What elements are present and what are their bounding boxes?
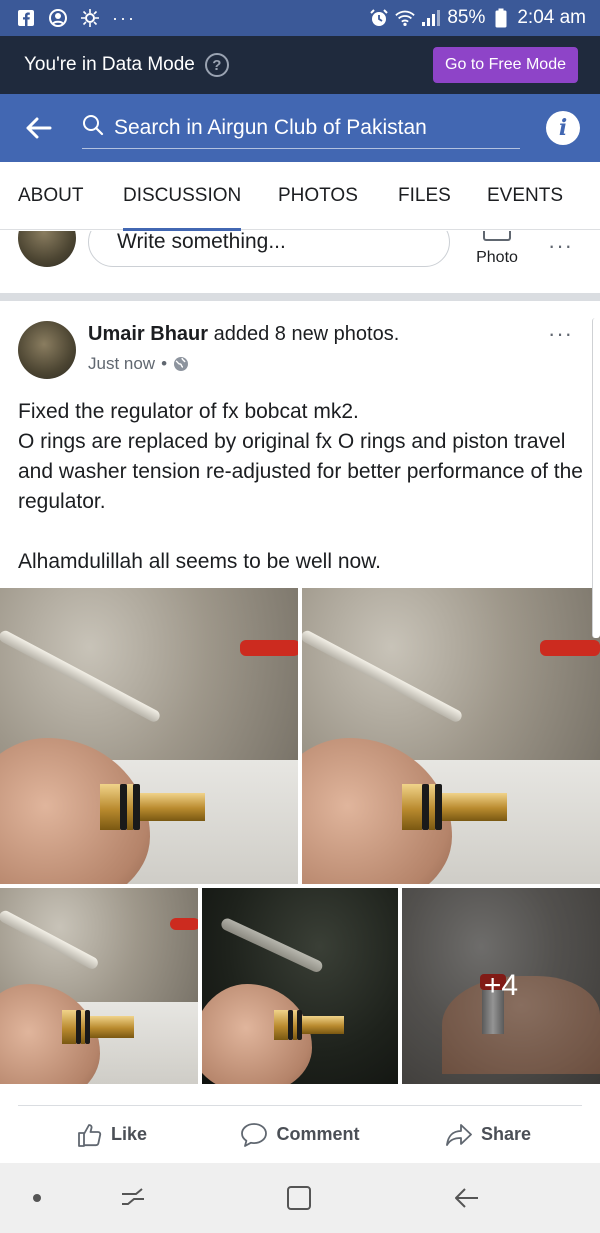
alarm-icon: [369, 8, 389, 28]
status-icons-left: ···: [16, 8, 136, 28]
divider: [0, 293, 600, 301]
clock-time: 2:04 am: [517, 7, 586, 28]
author-name[interactable]: Umair Bhaur: [88, 323, 208, 345]
author-avatar[interactable]: [18, 321, 76, 379]
post-photo[interactable]: [302, 588, 600, 884]
facebook-notification-icon: [16, 8, 36, 28]
post-options-icon[interactable]: ···: [548, 321, 573, 347]
post-text-line: O rings are replaced by original fx O ri…: [18, 430, 583, 513]
post-photo-more[interactable]: +4: [402, 888, 600, 1084]
like-icon: [77, 1122, 103, 1148]
comment-button[interactable]: Comment: [206, 1122, 394, 1148]
share-label: Share: [480, 1124, 532, 1144]
go-to-free-mode-button[interactable]: Go to Free Mode: [433, 47, 578, 83]
post-text-line: Fixed the regulator of fx bobcat mk2.: [18, 400, 359, 423]
regulator-part-shape: [402, 784, 507, 830]
post-body: Fixed the regulator of fx bobcat mk2. O …: [18, 397, 586, 577]
photo-button[interactable]: Photo: [466, 231, 528, 279]
back-icon[interactable]: [452, 1183, 482, 1213]
help-icon[interactable]: ?: [204, 53, 229, 77]
search-icon: [82, 114, 104, 141]
sync-notification-icon: [80, 8, 100, 28]
search-input[interactable]: Search in Airgun Club of Pakistan: [82, 107, 520, 149]
search-header: Search in Airgun Club of Pakistan i: [0, 94, 600, 162]
system-navigation-bar: [0, 1163, 600, 1233]
post-composer: Write something... Photo ···: [0, 231, 600, 293]
globe-icon: [173, 356, 189, 372]
post-actions: Like Comment Share: [18, 1105, 582, 1163]
search-placeholder: Search in Airgun Club of Pakistan: [114, 115, 427, 139]
dot-icon: [22, 1183, 52, 1213]
post-photo[interactable]: [202, 888, 398, 1084]
like-button[interactable]: Like: [18, 1122, 206, 1148]
share-button[interactable]: Share: [394, 1122, 582, 1148]
comment-icon: [240, 1122, 268, 1148]
write-something-placeholder: Write something...: [117, 231, 286, 253]
messenger-notification-icon: [48, 8, 68, 28]
data-mode-text: You're in Data Mode: [24, 54, 195, 75]
tab-discussion[interactable]: DISCUSSION: [123, 162, 242, 231]
home-icon[interactable]: [284, 1183, 314, 1213]
wifi-icon: [395, 8, 416, 28]
write-something-input[interactable]: Write something...: [88, 231, 450, 267]
regulator-part-shape: [62, 1010, 134, 1044]
photo-label: Photo: [476, 249, 518, 266]
data-mode-banner: You're in Data Mode ? Go to Free Mode: [0, 36, 600, 94]
signal-icon: [421, 8, 441, 28]
battery-icon: [491, 8, 511, 28]
group-info-icon[interactable]: i: [546, 111, 580, 145]
status-icons-right: 85% 2:04 am: [369, 7, 586, 29]
more-notifications-icon: ···: [112, 8, 136, 28]
more-photos-count: +4: [402, 888, 600, 1084]
tab-files[interactable]: FILES: [398, 162, 451, 230]
comment-label: Comment: [276, 1124, 360, 1144]
post-action-text: added 8 new photos.: [208, 323, 400, 345]
post-photo[interactable]: [0, 588, 298, 884]
tool-handle-shape: [170, 918, 198, 930]
tab-events[interactable]: EVENTS: [487, 162, 563, 230]
photo-icon: [483, 231, 511, 241]
post-text-blank-line: [18, 517, 586, 547]
scrollbar[interactable]: [592, 318, 600, 638]
regulator-part-shape: [274, 1010, 344, 1040]
tool-handle-shape: [240, 640, 298, 656]
composer-more-icon[interactable]: ···: [548, 233, 573, 259]
back-arrow-icon[interactable]: [26, 115, 52, 141]
tool-handle-shape: [540, 640, 600, 656]
group-tabs: ABOUT DISCUSSION PHOTOS FILES EVENTS: [0, 162, 600, 231]
feed-post: Umair Bhaur added 8 new photos. Just now…: [0, 301, 600, 1163]
post-text-line: Alhamdulillah all seems to be well now.: [18, 550, 382, 573]
like-label: Like: [110, 1124, 148, 1144]
share-icon: [445, 1122, 473, 1148]
post-photo[interactable]: [0, 888, 198, 1084]
tab-photos[interactable]: PHOTOS: [278, 162, 358, 230]
meta-separator: •: [161, 354, 168, 373]
battery-percent: 85%: [447, 7, 486, 28]
post-header: Umair Bhaur added 8 new photos.: [88, 323, 399, 346]
status-bar: ··· 85% 2:04 am: [0, 0, 600, 36]
recent-apps-icon[interactable]: [118, 1183, 148, 1213]
regulator-part-shape: [100, 784, 205, 830]
post-time[interactable]: Just now: [88, 354, 155, 374]
post-meta: Just now •: [88, 354, 189, 374]
tab-about[interactable]: ABOUT: [0, 162, 83, 230]
avatar[interactable]: [18, 231, 76, 267]
photo-grid: +4: [0, 588, 600, 1084]
